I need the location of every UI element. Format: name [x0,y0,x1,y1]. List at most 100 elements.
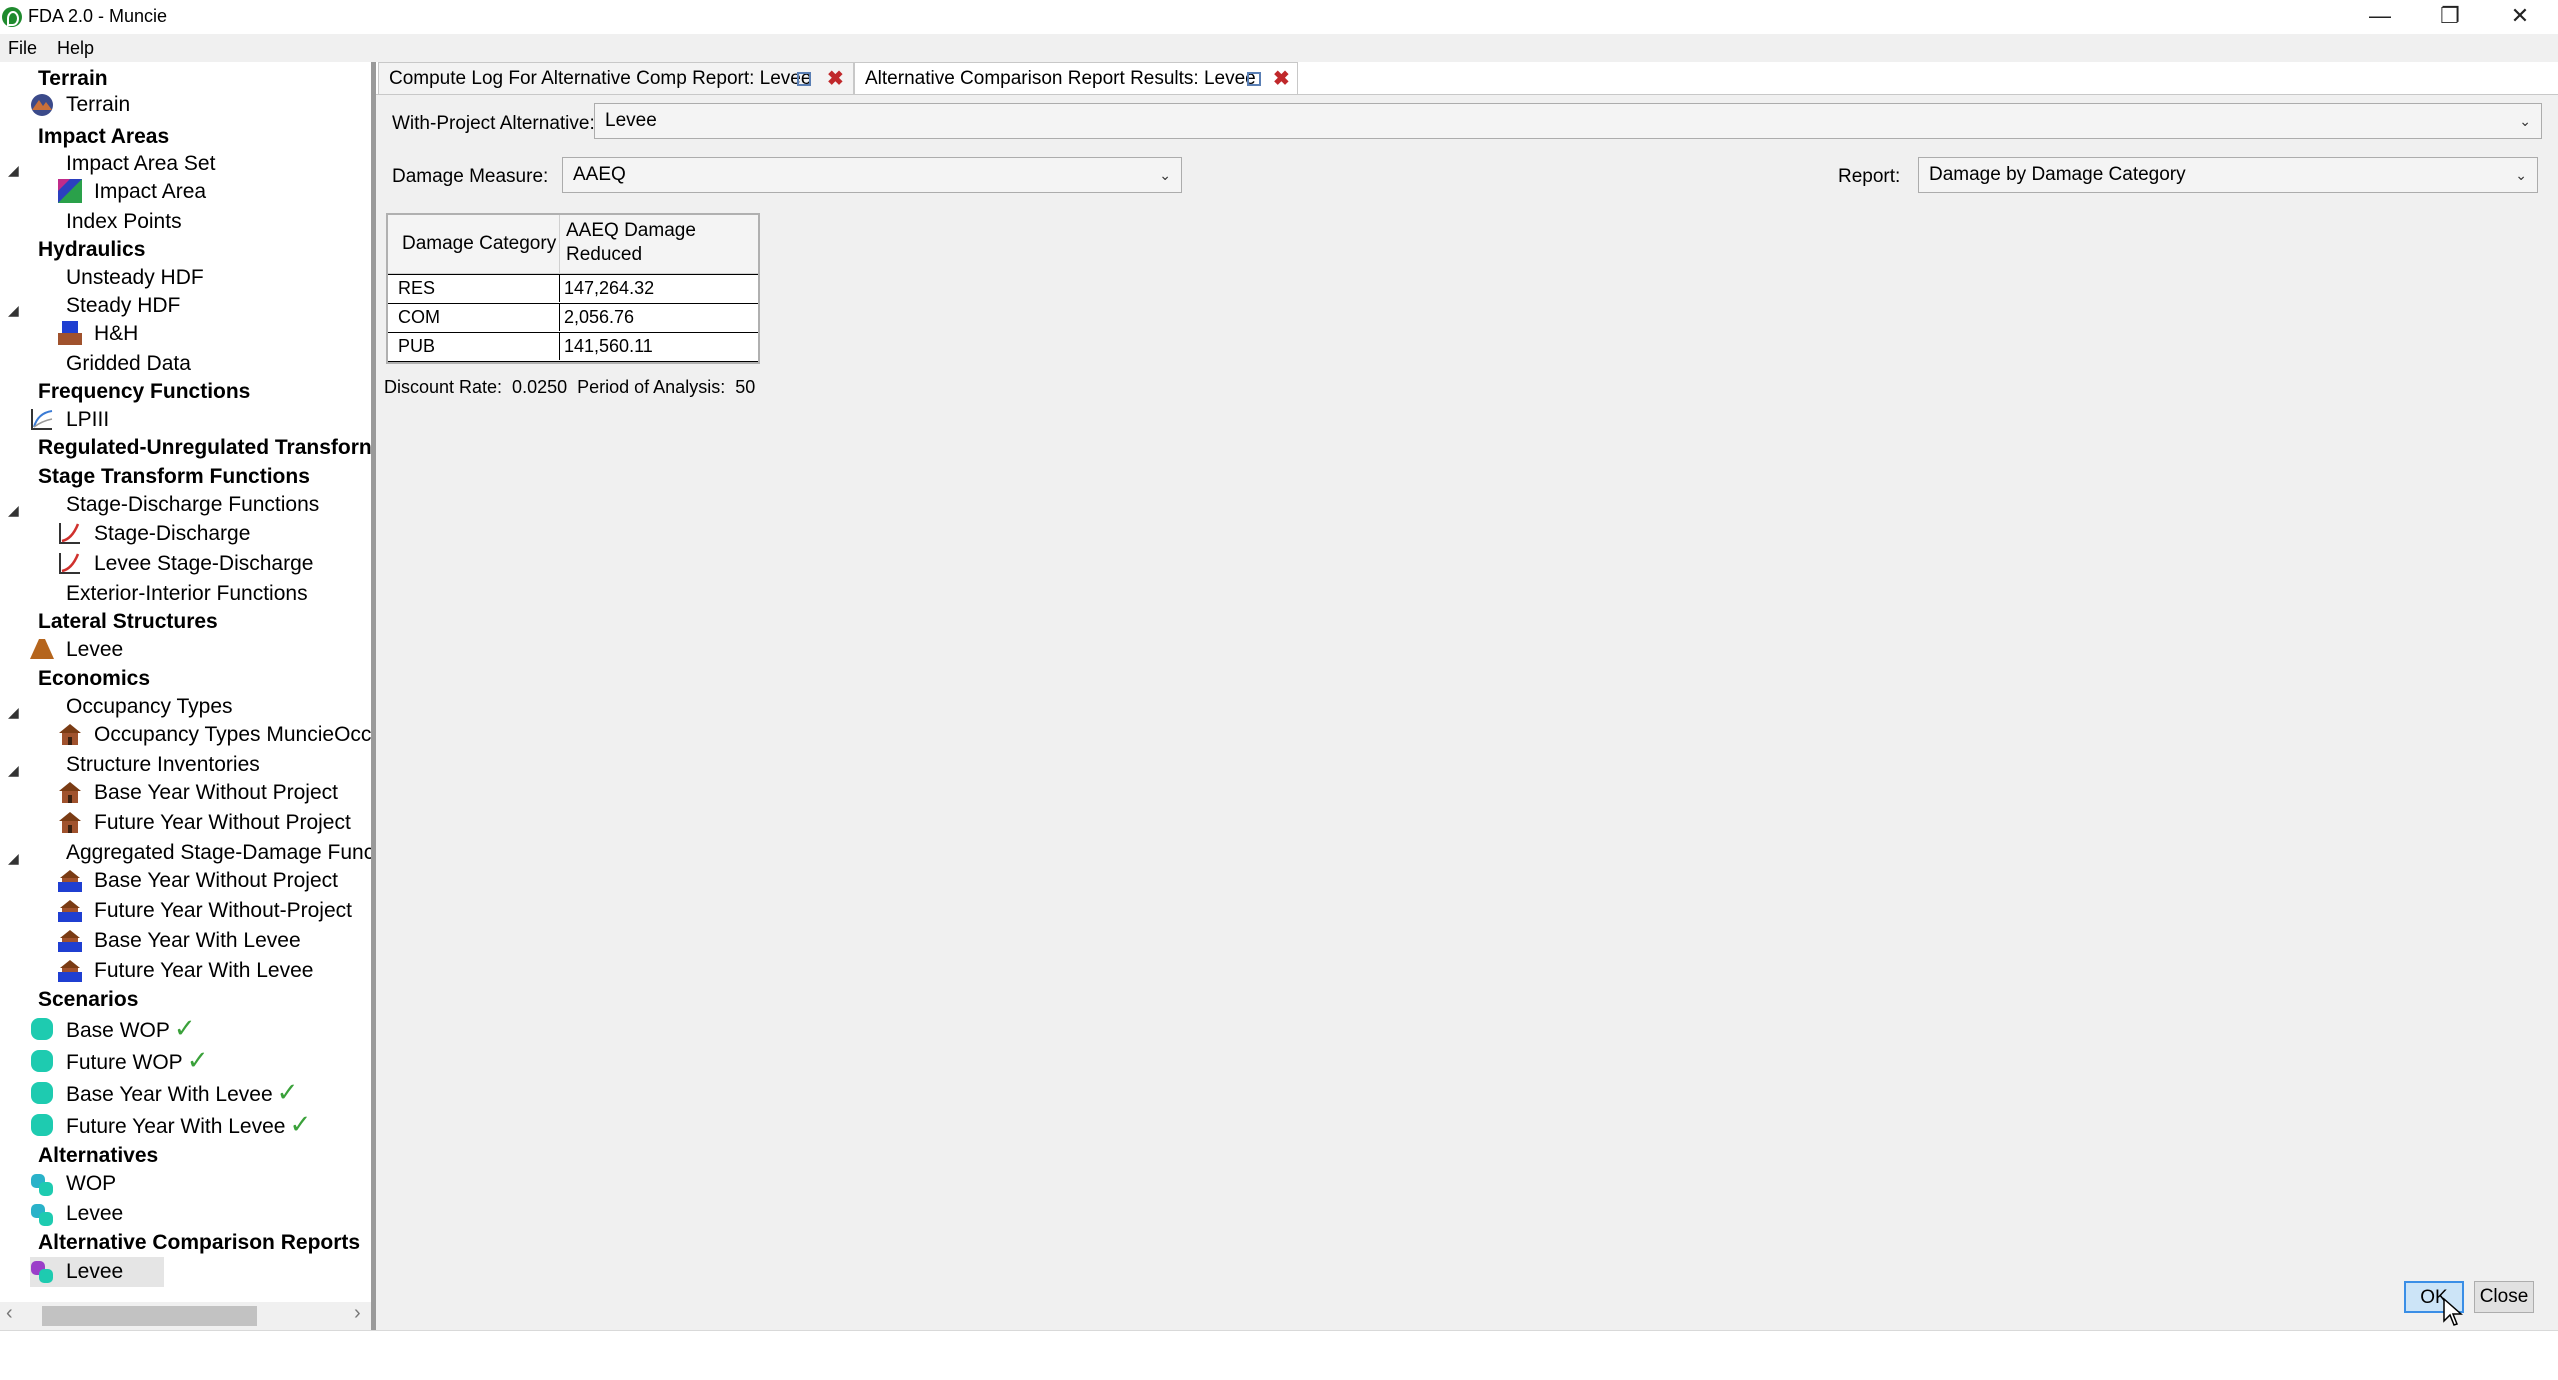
scroll-left-icon[interactable]: ‹ [6,1302,13,1325]
house-icon [59,724,81,745]
menu-help[interactable]: Help [57,38,94,59]
close-button[interactable]: Close [2474,1281,2534,1313]
check-icon: ✓ [173,1013,196,1043]
tree-item-terrain[interactable]: Terrain [66,90,130,120]
tree-header-hydraulics[interactable]: Hydraulics [38,235,145,265]
tree-item-occupancy-types-muncie[interactable]: Occupancy Types MuncieOcc [94,720,371,750]
tree-item-alternative-wop[interactable]: WOP [66,1169,116,1199]
discount-rate-text: Discount Rate: 0.0250 Period of Analysis… [384,377,756,397]
popout-icon[interactable] [1247,72,1261,86]
tab-compute-log[interactable]: Compute Log For Alternative Comp Report:… [378,62,854,94]
with-project-label: With-Project Alternative: [392,113,595,134]
tree-item-levee-structure[interactable]: Levee [66,635,123,665]
collapse-icon[interactable]: ◢ [8,502,19,519]
tree-item-hh[interactable]: H&H [94,319,138,349]
tree-item-scenario-base-wop[interactable]: Base WOP ✓ [66,1013,196,1043]
tree-item-aggregated[interactable]: Aggregated Stage-Damage Func [66,838,371,868]
tab-comparison-results[interactable]: Alternative Comparison Report Results: L… [854,62,1298,94]
alternative-icon [31,1174,53,1196]
curve-icon [59,523,80,544]
tree-item-occupancy-types[interactable]: Occupancy Types [66,692,233,722]
house-icon [59,812,81,833]
hh-icon [58,321,82,345]
cell-value: 141,560.11 [564,336,653,356]
tree-header-frequency-functions[interactable]: Frequency Functions [38,377,250,407]
tree-item-lpiii[interactable]: LPIII [66,405,109,435]
tree-item-gridded-data[interactable]: Gridded Data [66,349,191,379]
cell-category: RES [392,275,560,302]
tree-item-agg-base-levee[interactable]: Base Year With Levee [94,926,301,956]
collapse-icon[interactable]: ◢ [8,704,19,721]
table-header: Damage Category AAEQ Damage Reduced [388,215,758,274]
tree-item-impact-area-set[interactable]: Impact Area Set [66,149,215,179]
tree-item-report-levee[interactable]: Levee [66,1257,123,1287]
tree-item-steady-hdf[interactable]: Steady HDF [66,291,180,321]
chevron-down-icon: ⌄ [2519,113,2531,129]
tree-item-levee-stage-discharge[interactable]: Levee Stage-Discharge [94,549,313,579]
tree-item-stage-discharge-functions[interactable]: Stage-Discharge Functions [66,490,319,520]
stage-damage-icon [58,930,82,952]
cell-category: COM [392,304,560,331]
table-row[interactable]: COM 2,056.76 [388,303,758,332]
tree-horizontal-scrollbar[interactable]: ‹ › [0,1302,371,1330]
damage-measure-value: AAEQ [573,164,626,185]
with-project-dropdown[interactable]: Levee ⌄ [594,103,2542,139]
table-row[interactable]: RES 147,264.32 [388,274,758,303]
check-icon: ✓ [276,1077,299,1107]
tree-header-alternatives[interactable]: Alternatives [38,1141,158,1171]
close-window-button[interactable]: ✕ [2485,0,2555,34]
popout-icon[interactable] [797,72,811,86]
damage-measure-dropdown[interactable]: AAEQ ⌄ [562,157,1182,193]
tab-label: Compute Log For Alternative Comp Report:… [389,68,812,89]
table-row[interactable]: PUB 141,560.11 [388,332,758,362]
tree-item-inventory-base-wop[interactable]: Base Year Without Project [94,778,338,808]
damage-measure-label: Damage Measure: [392,166,549,187]
tree-item-index-points[interactable]: Index Points [66,207,182,237]
with-project-value: Levee [605,110,657,131]
check-icon: ✓ [289,1109,312,1139]
tab-close-icon[interactable]: ✖ [1273,63,1290,95]
tree-item-agg-base-wop[interactable]: Base Year Without Project [94,866,338,896]
cell-value: 2,056.76 [564,307,635,327]
report-results-panel: With-Project Alternative: Levee ⌄ Damage… [376,94,2558,1331]
tree-item-agg-future-wop[interactable]: Future Year Without-Project [94,896,352,926]
tree-item-stage-discharge[interactable]: Stage-Discharge [94,519,250,549]
tree-item-inventory-future-wop[interactable]: Future Year Without Project [94,808,351,838]
minimize-button[interactable]: — [2345,0,2415,34]
comparison-report-icon [31,1261,53,1283]
column-header-aaeq[interactable]: AAEQ Damage Reduced [560,215,760,273]
collapse-icon[interactable]: ◢ [8,850,19,867]
tree-header-economics[interactable]: Economics [38,664,150,694]
scroll-right-icon[interactable]: › [354,1302,361,1325]
report-dropdown[interactable]: Damage by Damage Category ⌄ [1918,157,2538,193]
damage-table: Damage Category AAEQ Damage Reduced RES … [386,213,760,364]
menu-file[interactable]: File [8,38,37,59]
tree-header-stage-transform[interactable]: Stage Transform Functions [38,462,310,492]
tree-item-structure-inventories[interactable]: Structure Inventories [66,750,260,780]
tree-header-lateral-structures[interactable]: Lateral Structures [38,607,218,637]
tree-header-scenarios[interactable]: Scenarios [38,985,138,1015]
restore-button[interactable]: ❐ [2415,0,2485,34]
house-icon [59,782,81,803]
tree-item-scenario-future-levee[interactable]: Future Year With Levee ✓ [66,1109,311,1139]
tree-item-exterior-interior[interactable]: Exterior-Interior Functions [66,579,308,609]
tree-item-alternative-levee[interactable]: Levee [66,1199,123,1229]
tree-item-agg-future-levee[interactable]: Future Year With Levee [94,956,313,986]
tree-item-unsteady-hdf[interactable]: Unsteady HDF [66,263,204,293]
menu-bar: File Help [0,34,2558,62]
tree-header-regulated[interactable]: Regulated-Unregulated Transforn [38,433,371,463]
collapse-icon[interactable]: ◢ [8,762,19,779]
collapse-icon[interactable]: ◢ [8,162,19,179]
tree-header-alt-comparison-reports[interactable]: Alternative Comparison Reports [38,1228,360,1258]
cell-category: PUB [392,333,560,360]
column-header-category[interactable]: Damage Category [388,215,560,273]
report-label: Report: [1838,166,1901,187]
scenario-icon [31,1114,53,1136]
tree-item-scenario-future-wop[interactable]: Future WOP ✓ [66,1045,209,1075]
tree-item-impact-area[interactable]: Impact Area [94,177,206,207]
tab-close-icon[interactable]: ✖ [827,63,844,95]
tree-header-impact-areas[interactable]: Impact Areas [38,122,169,152]
collapse-icon[interactable]: ◢ [8,302,19,319]
tree-item-scenario-base-levee[interactable]: Base Year With Levee ✓ [66,1077,298,1107]
scroll-thumb[interactable] [42,1306,257,1326]
